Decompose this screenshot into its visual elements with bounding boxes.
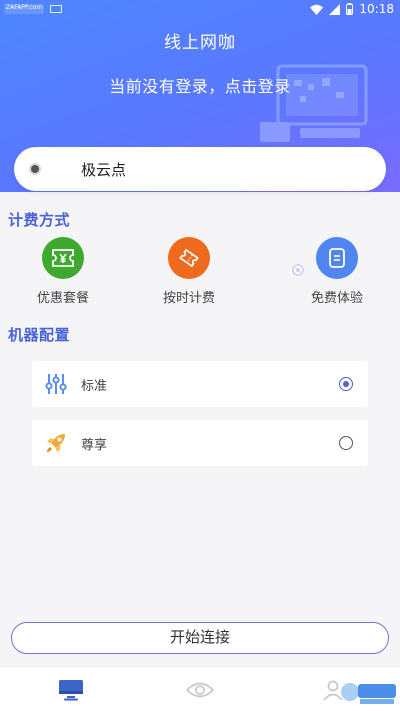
machine-option-label: 尊享 <box>81 438 108 453</box>
watermark-logo-icon <box>341 683 396 704</box>
location-selector[interactable]: 极云点 <box>14 147 386 191</box>
page-title: 线上网咖 <box>164 33 236 53</box>
machine-option-label: 标准 <box>81 379 108 394</box>
eye-icon <box>186 682 214 698</box>
ticket-yen-icon <box>42 237 84 279</box>
sliders-icon <box>45 374 67 394</box>
chat-card-icon <box>316 237 358 279</box>
billing-option-label: 优惠套餐 <box>36 291 89 306</box>
billing-option-hourly[interactable]: 按时计费 <box>144 237 234 307</box>
status-bar: ZAFAPP.com 10:18 <box>0 0 400 18</box>
machine-option-premium[interactable]: 尊享 <box>32 420 368 466</box>
clock: 10:18 <box>359 2 394 16</box>
nav-desktop[interactable] <box>56 676 86 704</box>
signal-icon <box>329 3 341 15</box>
billing-option-label: 免费体验 <box>310 291 363 306</box>
location-dot-icon <box>31 165 39 173</box>
billing-option-discount[interactable]: 优惠套餐 <box>18 237 108 307</box>
nav-eye[interactable] <box>185 676 215 704</box>
machine-radio-unselected[interactable] <box>339 436 353 450</box>
watermark-tag: ZAFAPP.com <box>4 4 45 14</box>
location-name: 极云点 <box>81 161 127 179</box>
machine-radio-selected[interactable] <box>339 377 353 391</box>
billing-option-label: 按时计费 <box>162 291 215 306</box>
machine-option-standard[interactable]: 标准 <box>32 361 368 407</box>
desktop-icon <box>59 680 83 701</box>
wifi-icon <box>310 4 324 15</box>
notification-icon <box>50 5 63 13</box>
login-prompt-link[interactable]: 当前没有登录，点击登录 <box>0 73 400 97</box>
ticket-icon <box>168 237 210 279</box>
billing-section-title: 计费方式 <box>8 211 71 229</box>
billing-option-free-trial[interactable]: 免费体验 <box>292 237 382 307</box>
start-connection-button[interactable]: 开始连接 <box>11 622 389 654</box>
machine-section-title: 机器配置 <box>8 326 71 344</box>
battery-icon <box>346 3 354 15</box>
rocket-icon <box>47 434 65 452</box>
